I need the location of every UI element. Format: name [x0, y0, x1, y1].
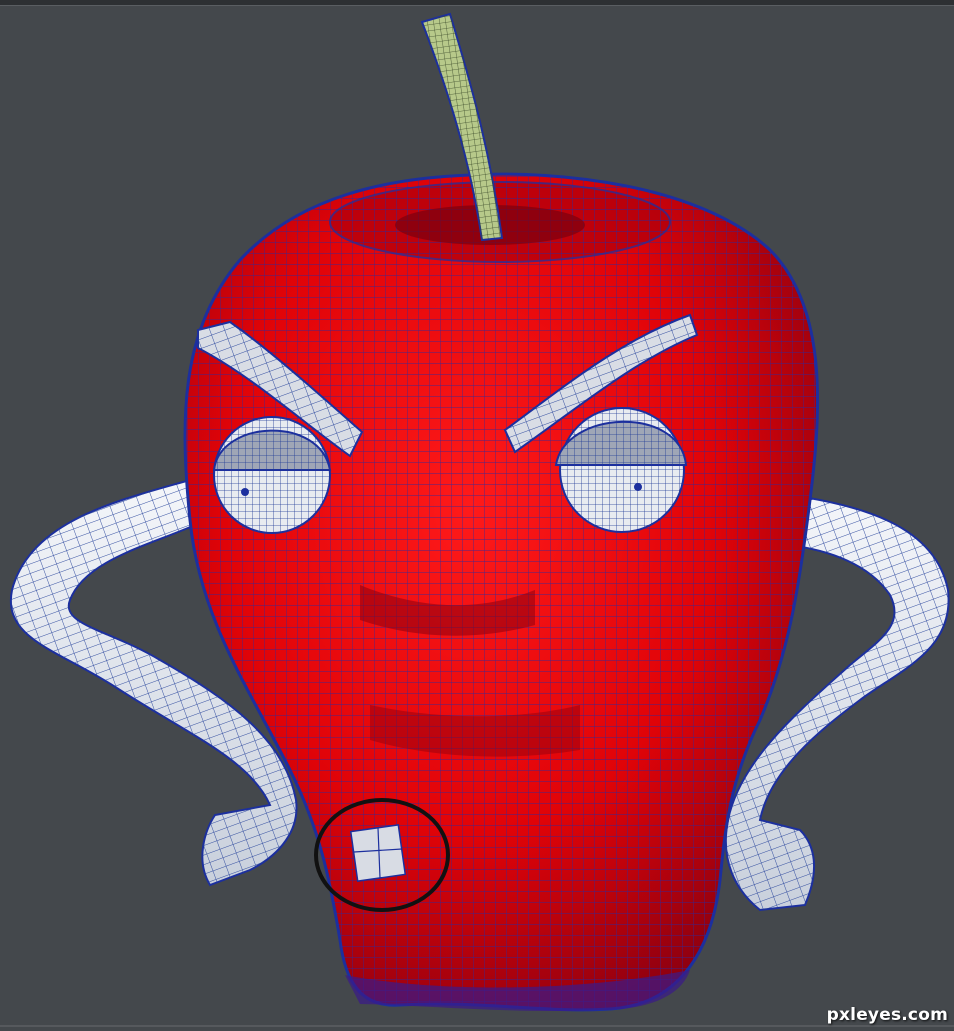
left-eye [212, 416, 332, 534]
apple-body [183, 172, 820, 1012]
apple-character-render [9, 12, 950, 1012]
viewport-bottom-edge [0, 1025, 954, 1027]
watermark-text: pxleyes.com [826, 1005, 948, 1025]
3d-viewport: pxleyes.com [0, 0, 954, 1031]
